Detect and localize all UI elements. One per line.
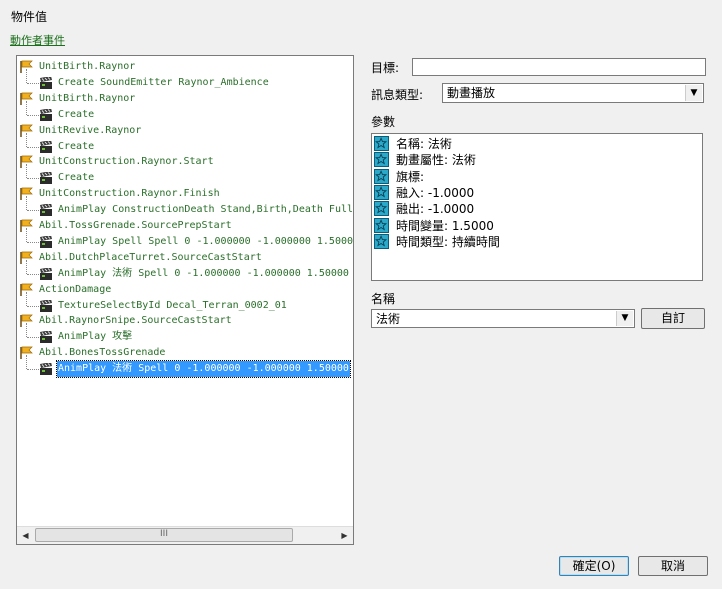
actor-events-link[interactable]: 動作者事件 bbox=[10, 32, 65, 48]
name-value: 法術 bbox=[376, 312, 401, 326]
tree-connector bbox=[26, 68, 27, 83]
custom-button[interactable]: 自訂 bbox=[641, 308, 705, 329]
tree-event-label: Abil.DutchPlaceTurret.SourceCastStart bbox=[39, 251, 262, 263]
tree-connector bbox=[27, 146, 39, 148]
tree-connector bbox=[26, 132, 27, 147]
tree-connector bbox=[27, 114, 39, 116]
clapperboard-icon bbox=[40, 204, 52, 217]
name-select[interactable]: 法術 ▼ bbox=[371, 309, 635, 328]
tree-connector bbox=[27, 273, 39, 275]
tree-connector bbox=[27, 369, 39, 371]
name-label: 名稱 bbox=[371, 292, 396, 306]
clapperboard-icon bbox=[40, 363, 52, 376]
tree-connector bbox=[26, 196, 27, 211]
tree-connector bbox=[27, 337, 39, 339]
message-type-value: 動畫播放 bbox=[447, 86, 496, 100]
tree-action-label: Create bbox=[58, 172, 95, 184]
target-label: 目標: bbox=[371, 61, 400, 75]
tree-event-label: Abil.BonesTossGrenade bbox=[39, 347, 166, 359]
clapperboard-icon bbox=[40, 172, 52, 185]
scroll-left-icon[interactable]: ◀ bbox=[17, 527, 34, 544]
cancel-button[interactable]: 取消 bbox=[638, 556, 708, 576]
tree-connector bbox=[27, 241, 39, 243]
tree-connector bbox=[27, 82, 39, 84]
params-label: 參數 bbox=[371, 115, 396, 129]
tree-connector bbox=[27, 305, 39, 307]
message-type-select[interactable]: 動畫播放 ▼ bbox=[442, 83, 704, 103]
star-icon bbox=[374, 168, 389, 184]
param-text: 名稱: 法術 bbox=[396, 137, 452, 151]
tree-event-label: ActionDamage bbox=[39, 283, 112, 295]
clapperboard-icon bbox=[40, 299, 52, 312]
tree-connector bbox=[26, 227, 27, 242]
clapperboard-icon bbox=[40, 140, 52, 153]
tree-action-label: AnimPlay 法術 Spell 0 -1.000000 -1.000000 … bbox=[58, 267, 349, 279]
tree-connector bbox=[26, 100, 27, 115]
tree-connector bbox=[26, 164, 27, 179]
scroll-thumb[interactable]: III bbox=[35, 528, 293, 542]
tree-action-label: TextureSelectById Decal_Terran_0002_01 bbox=[58, 299, 287, 311]
tree-event-label: UnitConstruction.Raynor.Start bbox=[39, 156, 214, 168]
tree-action-label: Create SoundEmitter Raynor_Ambience bbox=[58, 76, 269, 88]
param-text: 融入: -1.0000 bbox=[396, 185, 475, 200]
tree-action-label: AnimPlay Spell Spell 0 -1.000000 -1.0000… bbox=[58, 235, 353, 247]
params-list[interactable]: 名稱: 法術 動畫屬性: 法術 旗標: 融入: -1.0000 融出: -1.0000 時… bbox=[371, 133, 703, 281]
tree-connector bbox=[26, 323, 27, 338]
star-icon bbox=[374, 233, 389, 249]
horizontal-scrollbar[interactable]: ◀ III ▶ bbox=[17, 526, 353, 544]
tree-event-label: Abil.RaynorSnipe.SourceCastStart bbox=[39, 315, 232, 327]
tree-action-label-selected: AnimPlay 法術 Spell 0 -1.000000 -1.000000 … bbox=[56, 360, 351, 379]
param-text: 時間類型: 持續時間 bbox=[396, 234, 500, 249]
scroll-right-icon[interactable]: ▶ bbox=[336, 527, 353, 544]
param-text: 融出: -1.0000 bbox=[396, 202, 475, 217]
tree-connector bbox=[26, 291, 27, 306]
clapperboard-icon bbox=[40, 235, 52, 248]
clapperboard-icon bbox=[40, 267, 52, 280]
event-tree[interactable]: UnitBirth.Raynor Create SoundEmitter Rayn… bbox=[17, 56, 353, 528]
tree-connector bbox=[26, 355, 27, 370]
tree-event-label: Abil.TossGrenade.SourcePrepStart bbox=[39, 220, 232, 231]
message-type-label: 訊息類型: bbox=[371, 88, 424, 102]
star-icon bbox=[374, 136, 389, 151]
tree-action-label: Create bbox=[58, 108, 95, 120]
tree-event-label: UnitRevive.Raynor bbox=[39, 124, 142, 136]
tree-connector bbox=[26, 259, 27, 274]
param-text: 時間變量: 1.5000 bbox=[396, 218, 494, 233]
title-bar: 物件值 bbox=[0, 0, 722, 30]
tree-event-label: UnitBirth.Raynor bbox=[39, 61, 136, 72]
tree-action-label: AnimPlay ConstructionDeath Stand,Birth,D… bbox=[58, 204, 353, 216]
tree-connector bbox=[27, 210, 39, 212]
clapperboard-icon bbox=[40, 331, 52, 344]
param-text: 動畫屬性: 法術 bbox=[396, 153, 476, 168]
star-icon bbox=[374, 184, 389, 200]
clapperboard-icon bbox=[40, 108, 52, 121]
window-title: 物件值 bbox=[11, 10, 48, 24]
star-icon bbox=[374, 152, 389, 168]
chevron-down-icon[interactable]: ▼ bbox=[616, 311, 633, 326]
star-icon bbox=[374, 201, 389, 217]
clapperboard-icon bbox=[40, 76, 52, 89]
tree-action-label: AnimPlay 攻擊 bbox=[58, 331, 133, 343]
chevron-down-icon[interactable]: ▼ bbox=[685, 85, 702, 101]
event-tree-panel[interactable]: UnitBirth.Raynor Create SoundEmitter Rayn… bbox=[16, 55, 354, 545]
target-input[interactable] bbox=[412, 58, 706, 76]
param-text: 旗標: bbox=[396, 169, 425, 184]
star-icon bbox=[374, 217, 389, 233]
tree-action-label: Create bbox=[58, 140, 95, 152]
tree-connector bbox=[27, 178, 39, 180]
tree-event-label: UnitConstruction.Raynor.Finish bbox=[39, 188, 220, 200]
tree-event-label: UnitBirth.Raynor bbox=[39, 92, 136, 104]
ok-button[interactable]: 確定(O) bbox=[559, 556, 629, 576]
